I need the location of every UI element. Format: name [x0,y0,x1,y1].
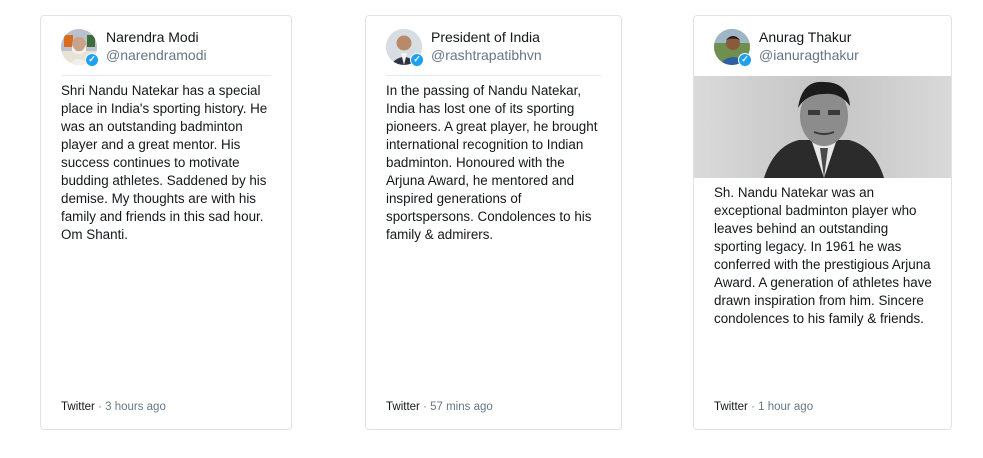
timestamp[interactable]: 3 hours ago [105,401,166,413]
separator: · [419,401,431,413]
separator: · [747,401,759,413]
source-label[interactable]: Twitter [386,401,420,413]
separator: · [94,401,106,413]
tweet-text: In the passing of Nandu Natekar, India h… [386,83,598,242]
tweet-text: Shri Nandu Natekar has a special place i… [61,83,268,242]
verified-badge-icon: ✓ [738,53,752,67]
tweet-card[interactable]: ✓ President of India @rashtrapatibhvn In… [365,15,622,430]
user-handle[interactable]: @narendramodi [106,46,207,64]
display-name[interactable]: Narendra Modi [106,29,207,46]
tweet-header: ✓ Narendra Modi @narendramodi [61,27,271,75]
divider [61,75,271,76]
tweet-footer[interactable]: Twitter · 3 hours ago [61,400,166,414]
source-label[interactable]: Twitter [61,401,95,413]
verified-badge-icon: ✓ [410,53,424,67]
tweet-header: ✓ President of India @rashtrapatibhvn [386,27,601,75]
tweet-card[interactable]: ✓ Narendra Modi @narendramodi Shri Nandu… [40,15,292,430]
display-name[interactable]: President of India [431,29,542,46]
verified-badge-icon: ✓ [85,53,99,67]
divider [386,75,601,76]
timestamp[interactable]: 57 mins ago [430,401,493,413]
tweet-header: ✓ Anurag Thakur @ianuragthakur [714,27,931,75]
tweet-footer[interactable]: Twitter · 1 hour ago [714,400,813,414]
user-handle[interactable]: @ianuragthakur [759,46,859,64]
timestamp[interactable]: 1 hour ago [758,401,813,413]
user-handle[interactable]: @rashtrapatibhvn [431,46,542,64]
tweet-card[interactable]: ✓ Anurag Thakur @ianuragthakur Sh. Nandu… [693,15,952,430]
tweet-text: Sh. Nandu Natekar was an exceptional bad… [714,185,932,326]
tweet-footer[interactable]: Twitter · 57 mins ago [386,400,493,414]
source-label[interactable]: Twitter [714,401,748,413]
display-name[interactable]: Anurag Thakur [759,29,859,46]
tweet-photo[interactable] [694,76,951,178]
